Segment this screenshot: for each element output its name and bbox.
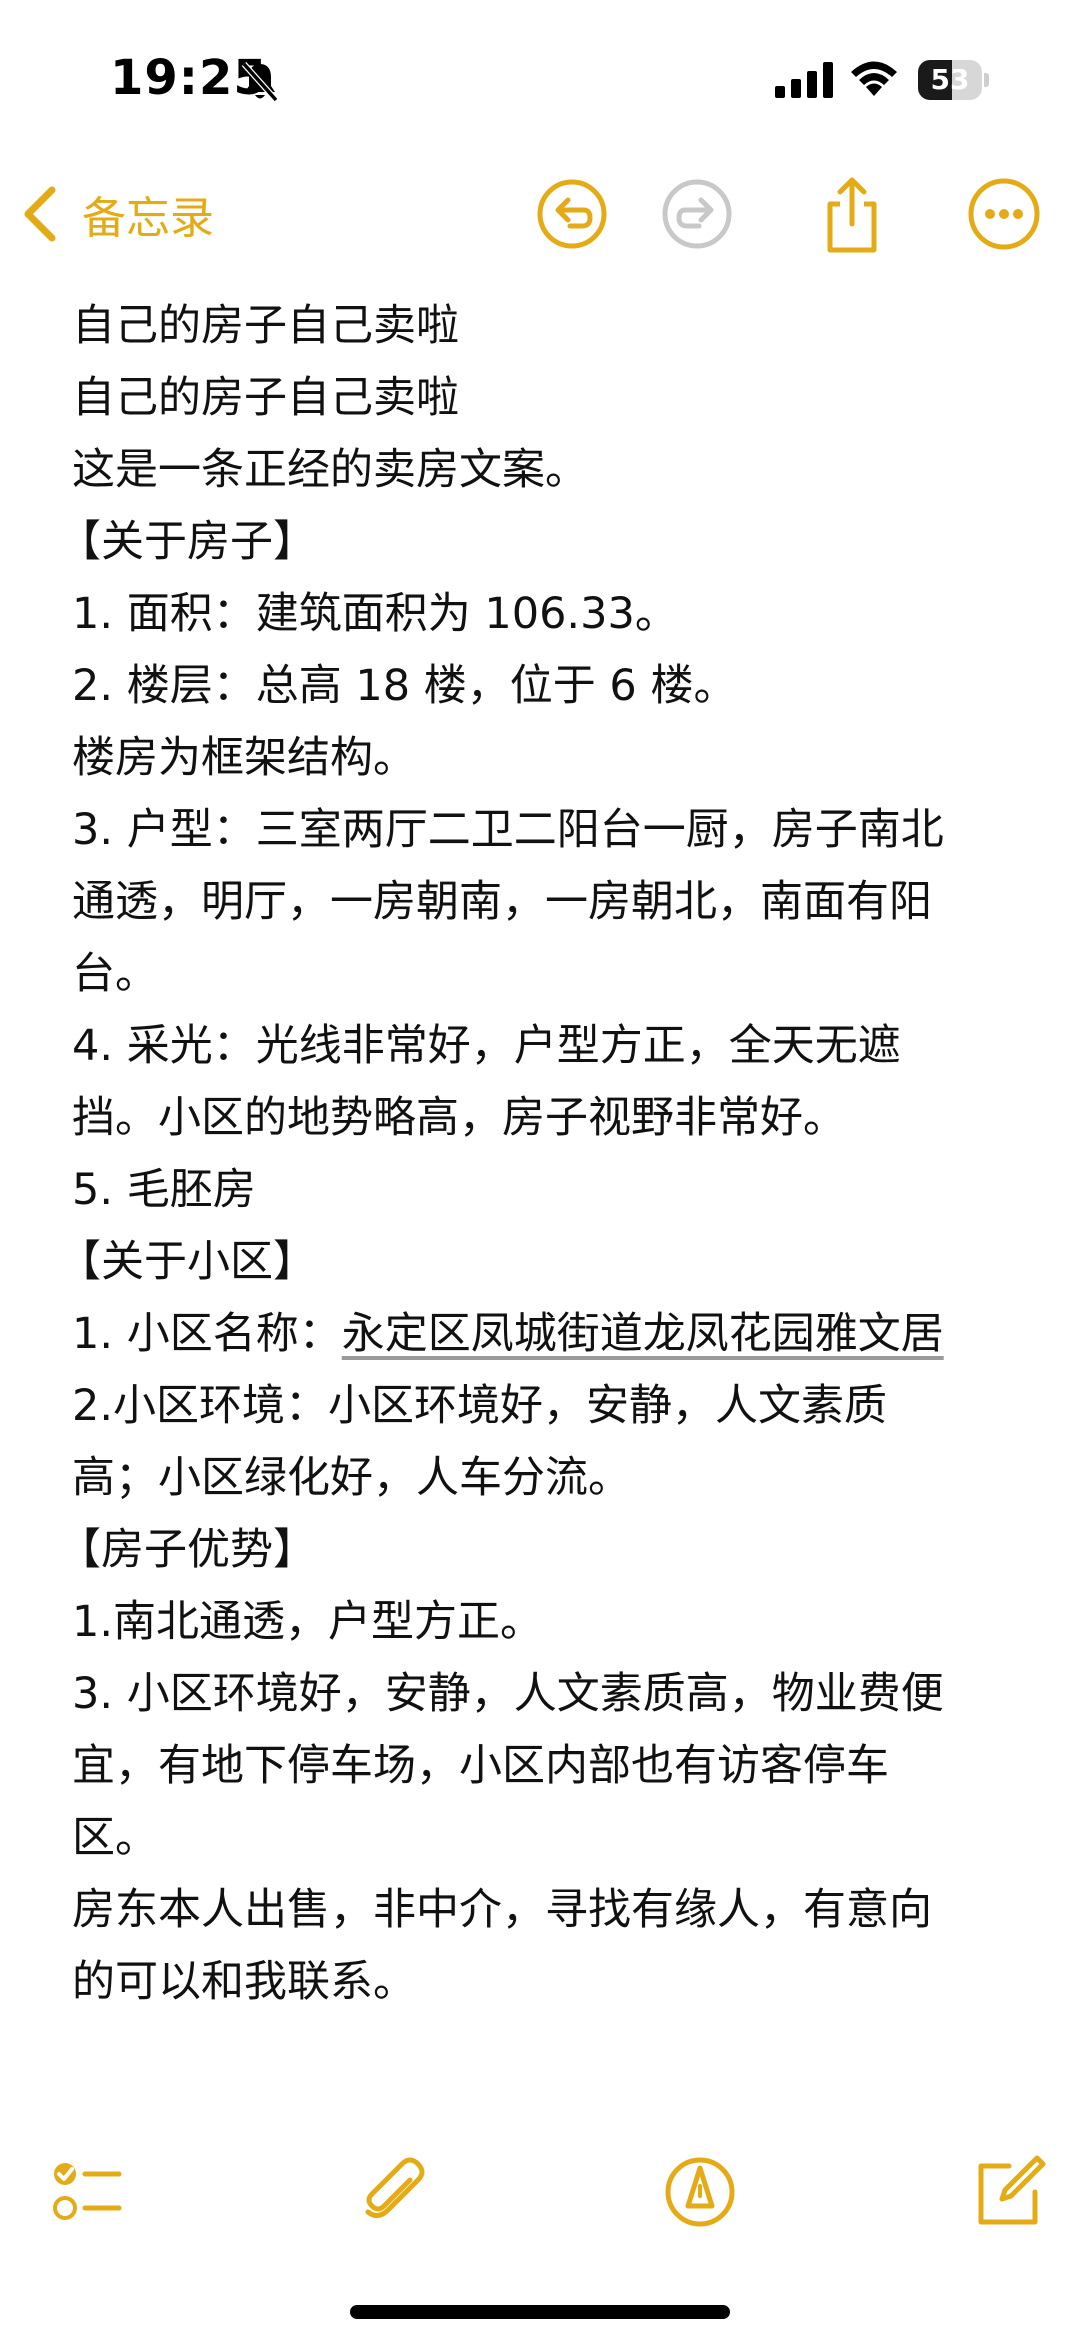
note-line: 2. 楼层：总高 18 楼，位于 6 楼。 (72, 661, 737, 711)
paperclip-icon (365, 2157, 425, 2218)
navigation-bar: 备忘录 (0, 160, 1080, 270)
more-icon (968, 178, 1040, 250)
checklist-icon (53, 2163, 122, 2220)
note-line: 的可以和我联系。 (72, 1957, 416, 2007)
note-line: 1.南北通透，户型方正。 (72, 1597, 544, 1647)
checklist-button[interactable] (45, 2150, 129, 2234)
note-line: 房东本人出售，非中介，寻找有缘人，有意向 (72, 1885, 932, 1935)
note-line: 区。 (72, 1813, 158, 1863)
note-line: 台。 (72, 949, 158, 999)
battery-body: 53 (918, 60, 982, 100)
battery-indicator: 53 (918, 60, 989, 100)
battery-level: 53 (930, 63, 970, 96)
more-button[interactable] (962, 172, 1046, 256)
note-line: 5. 毛胚房 (72, 1165, 256, 1215)
redo-icon (662, 179, 732, 249)
note-line-address: 1. 小区名称：永定区凤城街道龙凤花园雅文居 (0, 1298, 1080, 1370)
note-line: 3. 户型：三室两厅二卫二阳台一厨，房子南北 (72, 805, 944, 855)
bell-slash-icon (241, 62, 279, 102)
wifi-icon (851, 61, 897, 96)
note-line: 1. 面积：建筑面积为 106.33。 (72, 589, 678, 639)
home-indicator[interactable] (350, 2305, 730, 2319)
undo-button[interactable] (530, 172, 614, 256)
notes-screen: 19:25 53 备忘录 自己的房子自己卖啦 自己的房子自己卖啦 这是一条正经的… (0, 0, 1080, 2341)
redo-button[interactable] (655, 172, 739, 256)
attachment-button[interactable] (352, 2150, 436, 2234)
note-line: 3. 小区环境好，安静，人文素质高，物业费便 (72, 1669, 944, 1719)
cellular-signal-icon (775, 62, 833, 98)
markup-pen-icon (665, 2157, 735, 2227)
note-line: 自己的房子自己卖啦 (72, 373, 459, 423)
note-body[interactable]: 自己的房子自己卖啦 自己的房子自己卖啦 这是一条正经的卖房文案。 【关于房子】 … (0, 290, 1080, 2018)
section-heading: 【关于房子】 (58, 517, 316, 567)
share-icon (827, 177, 877, 253)
note-line: 这是一条正经的卖房文案。 (72, 445, 588, 495)
address-label: 1. 小区名称： (72, 1309, 342, 1359)
note-line: 高；小区绿化好，人车分流。 (72, 1453, 631, 1503)
note-line: 自己的房子自己卖啦 (72, 301, 459, 351)
address-link[interactable]: 永定区凤城街道龙凤花园雅文居 (342, 1309, 944, 1359)
section-heading: 【关于小区】 (58, 1237, 316, 1287)
markup-button[interactable] (658, 2150, 742, 2234)
undo-icon (537, 179, 607, 249)
note-line: 4. 采光：光线非常好，户型方正，全天无遮 (72, 1021, 901, 1071)
status-bar: 19:25 53 (0, 0, 1080, 160)
note-line: 挡。小区的地势略高，房子视野非常好。 (72, 1093, 846, 1143)
back-button[interactable]: 备忘录 (20, 172, 214, 256)
bottom-toolbar (0, 2150, 1080, 2250)
note-line: 2.小区环境：小区环境好，安静，人文素质 (72, 1381, 888, 1431)
compose-icon (978, 2155, 1046, 2225)
section-heading: 【房子优势】 (58, 1525, 316, 1575)
chevron-left-icon (24, 186, 56, 242)
back-label: 备忘录 (82, 193, 214, 244)
share-button[interactable] (810, 172, 894, 256)
battery-cap (984, 73, 989, 87)
note-line: 楼房为框架结构。 (72, 733, 416, 783)
compose-button[interactable] (965, 2150, 1049, 2234)
note-line: 宜，有地下停车场，小区内部也有访客停车 (72, 1741, 889, 1791)
note-line: 通透，明厅，一房朝南，一房朝北，南面有阳 (72, 877, 932, 927)
